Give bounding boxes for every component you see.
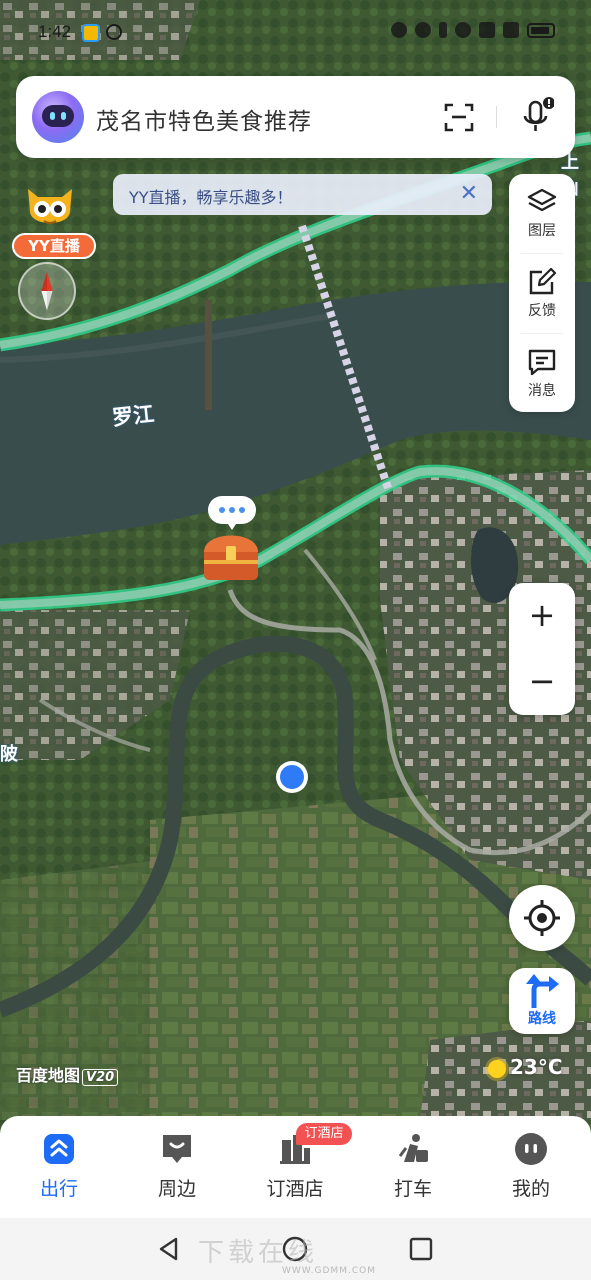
nav-hotel-label: 订酒店: [266, 1178, 324, 1200]
layers-icon: [527, 188, 557, 212]
feedback-button[interactable]: 反馈: [509, 254, 575, 332]
search-bar[interactable]: 茂名市特色美食推荐: [16, 76, 575, 158]
voice-mic-icon[interactable]: [520, 96, 554, 136]
feedback-icon: [529, 267, 557, 295]
wifi-icon: [503, 22, 519, 38]
nav-profile-label: 我的: [511, 1178, 550, 1200]
nav-trip-label: 出行: [39, 1178, 78, 1200]
zoom-in-button[interactable]: +: [509, 583, 575, 649]
profile-icon: [515, 1133, 547, 1165]
alarm-icon: [415, 22, 431, 38]
zoom-out-button[interactable]: −: [509, 649, 575, 715]
map-brand-text: 百度地图: [16, 1066, 81, 1085]
route-label: 路线: [528, 1011, 556, 1027]
river-label: 罗江: [110, 401, 156, 431]
assistant-avatar-icon[interactable]: [32, 91, 84, 143]
place-label-left: 陂: [0, 744, 18, 765]
nav-profile[interactable]: 我的: [472, 1116, 590, 1218]
hand-icon: [106, 24, 122, 40]
hotel-promo-badge: 订酒店: [296, 1123, 352, 1145]
temperature: 23°C: [510, 1055, 563, 1079]
current-location-marker: [276, 761, 308, 793]
nearby-icon: [163, 1135, 191, 1163]
messages-button[interactable]: 消息: [509, 334, 575, 412]
back-icon[interactable]: [156, 1236, 182, 1262]
compass-icon[interactable]: [18, 262, 76, 320]
baidu-map-logo: 百度地图 V20: [16, 1062, 119, 1086]
layers-button[interactable]: 图层: [509, 174, 575, 252]
search-input[interactable]: 茂名市特色美食推荐: [96, 102, 312, 136]
sun-icon: [488, 1059, 506, 1078]
site-watermark-url: WWW.GDMM.COM: [282, 1266, 376, 1276]
zoom-controls: + −: [509, 583, 575, 715]
status-time: 1:42: [38, 22, 72, 41]
route-arrow-icon: [526, 974, 559, 1008]
weather-widget[interactable]: 23°C: [488, 1055, 563, 1079]
map-tools-panel: 图层 反馈 消息: [509, 174, 575, 412]
recents-icon[interactable]: [408, 1236, 434, 1262]
crosshair-icon: [524, 900, 560, 936]
location-icon: [455, 22, 471, 38]
nav-trip[interactable]: 出行: [0, 1116, 118, 1218]
locate-me-button[interactable]: [509, 885, 575, 951]
map-version: V20: [82, 1069, 119, 1086]
trip-icon: [44, 1134, 74, 1164]
battery-icon: [527, 22, 555, 38]
app-notification-icon: [82, 24, 100, 42]
messages-label: 消息: [528, 383, 556, 399]
bluetooth-icon: [439, 22, 447, 38]
nav-nearby-label: 周边: [157, 1178, 196, 1200]
yy-mascot-icon[interactable]: [24, 183, 76, 233]
nav-taxi-label: 打车: [393, 1178, 432, 1200]
nfc-icon: [391, 22, 407, 38]
yy-live-tag[interactable]: YY直播: [12, 233, 96, 259]
nav-nearby[interactable]: 周边: [118, 1116, 236, 1218]
yy-banner-text: YY直播，畅享乐趣多！: [129, 188, 293, 207]
scan-icon[interactable]: [444, 102, 474, 132]
search-divider: [496, 106, 497, 128]
status-icons: [391, 22, 555, 38]
taxi-icon: [398, 1134, 428, 1162]
status-bar: 1:42: [0, 0, 591, 62]
feedback-label: 反馈: [528, 303, 556, 319]
layers-label: 图层: [528, 223, 556, 239]
signal-icon: [479, 22, 495, 38]
route-button[interactable]: 路线: [509, 968, 575, 1034]
nav-taxi[interactable]: 打车: [354, 1116, 472, 1218]
site-watermark: 下载在线: [198, 1238, 319, 1268]
message-icon: [528, 349, 556, 376]
yy-live-banner[interactable]: YY直播，畅享乐趣多！ ✕: [113, 174, 492, 215]
close-icon[interactable]: ✕: [460, 182, 478, 206]
